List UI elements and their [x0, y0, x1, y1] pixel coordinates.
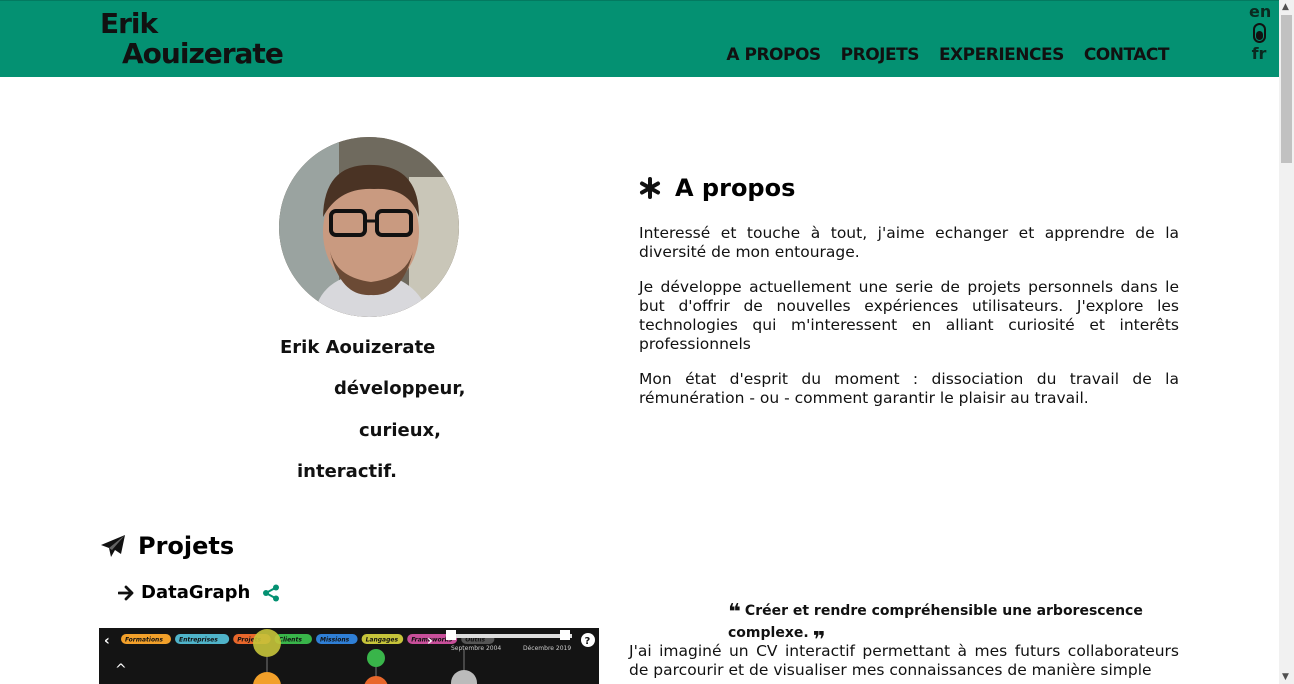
- profile-tagline-2: curieux,: [359, 420, 442, 441]
- main-nav: A PROPOS PROJETS EXPERIENCES CONTACT: [726, 45, 1169, 65]
- nav-link-experiences[interactable]: EXPERIENCES: [939, 45, 1064, 65]
- scrollbar-thumb[interactable]: [1281, 15, 1292, 163]
- preview-date-start: Septembre 2004: [451, 645, 501, 652]
- nav-link-projets[interactable]: PROJETS: [841, 45, 920, 65]
- preview-next-icon: ›: [427, 633, 433, 649]
- site-logo[interactable]: Erik Aouizerate: [100, 7, 284, 70]
- profile-photo: [279, 137, 459, 317]
- lang-fr-link[interactable]: fr: [1249, 46, 1269, 62]
- about-paragraph-3: Mon état d'esprit du moment : dissociati…: [639, 370, 1179, 407]
- share-icon[interactable]: [262, 584, 280, 602]
- project-description: J'ai imaginé un CV interactif permettant…: [629, 642, 1179, 679]
- project-datagraph-title[interactable]: DataGraph: [118, 582, 280, 603]
- about-section-title: A propos: [639, 174, 795, 202]
- preview-prev-icon: ‹: [104, 633, 110, 649]
- project-quote-text: Créer et rendre compréhensible une arbor…: [728, 603, 1143, 641]
- about-heading: A propos: [675, 174, 796, 202]
- preview-date-end: Décembre 2019: [523, 645, 571, 652]
- preview-tag-label: Langages: [366, 637, 399, 644]
- projects-heading: Projets: [138, 532, 235, 560]
- nav-link-a-propos[interactable]: A PROPOS: [726, 45, 821, 65]
- logo-last-name: Aouizerate: [122, 37, 284, 70]
- asterisk-icon: [640, 177, 660, 199]
- language-switcher: en fr: [1249, 4, 1271, 62]
- about-paragraph-1: Interessé et touche à tout, j'aime echan…: [639, 224, 1179, 261]
- logo-first-name: Erik: [100, 7, 158, 40]
- nav-link-contact[interactable]: CONTACT: [1084, 45, 1170, 65]
- projects-section-title: Projets: [100, 532, 234, 560]
- profile-tagline-1: développeur,: [334, 378, 466, 399]
- preview-help-icon: ?: [585, 636, 591, 647]
- about-text: Interessé et touche à tout, j'aime echan…: [639, 224, 1179, 424]
- open-quote-icon: ❝: [728, 600, 741, 625]
- scroll-up-arrow-icon[interactable]: ▲: [1282, 2, 1289, 12]
- profile-tagline-3: interactif.: [297, 461, 397, 482]
- page-scrollbar[interactable]: ▲ ▼: [1279, 0, 1294, 684]
- preview-tag-label: Formations: [125, 637, 163, 644]
- site-header: Erik Aouizerate A PROPOS PROJETS EXPERIE…: [0, 0, 1279, 77]
- lang-en-link[interactable]: en: [1249, 4, 1271, 20]
- profile-name: Erik Aouizerate: [280, 337, 436, 358]
- preview-tag-label: Clients: [279, 637, 303, 644]
- paper-plane-icon: [101, 535, 125, 557]
- project-screenshot[interactable]: ‹ Formations Entreprises Projets Clients Mis…: [99, 628, 599, 684]
- about-paragraph-2: Je développe actuellement une serie de p…: [639, 278, 1179, 353]
- profile-photo-illustration: [279, 137, 459, 317]
- language-toggle-icon[interactable]: [1252, 23, 1266, 43]
- preview-collapse-icon: ^: [115, 662, 127, 678]
- arrow-right-icon: [118, 585, 134, 600]
- project-name: DataGraph: [141, 582, 251, 603]
- scroll-down-arrow-icon[interactable]: ▼: [1282, 672, 1289, 682]
- preview-tag-label: Entreprises: [179, 637, 218, 644]
- preview-tag-label: Missions: [320, 637, 350, 644]
- datagraph-preview: ‹ Formations Entreprises Projets Clients Mis…: [99, 628, 599, 684]
